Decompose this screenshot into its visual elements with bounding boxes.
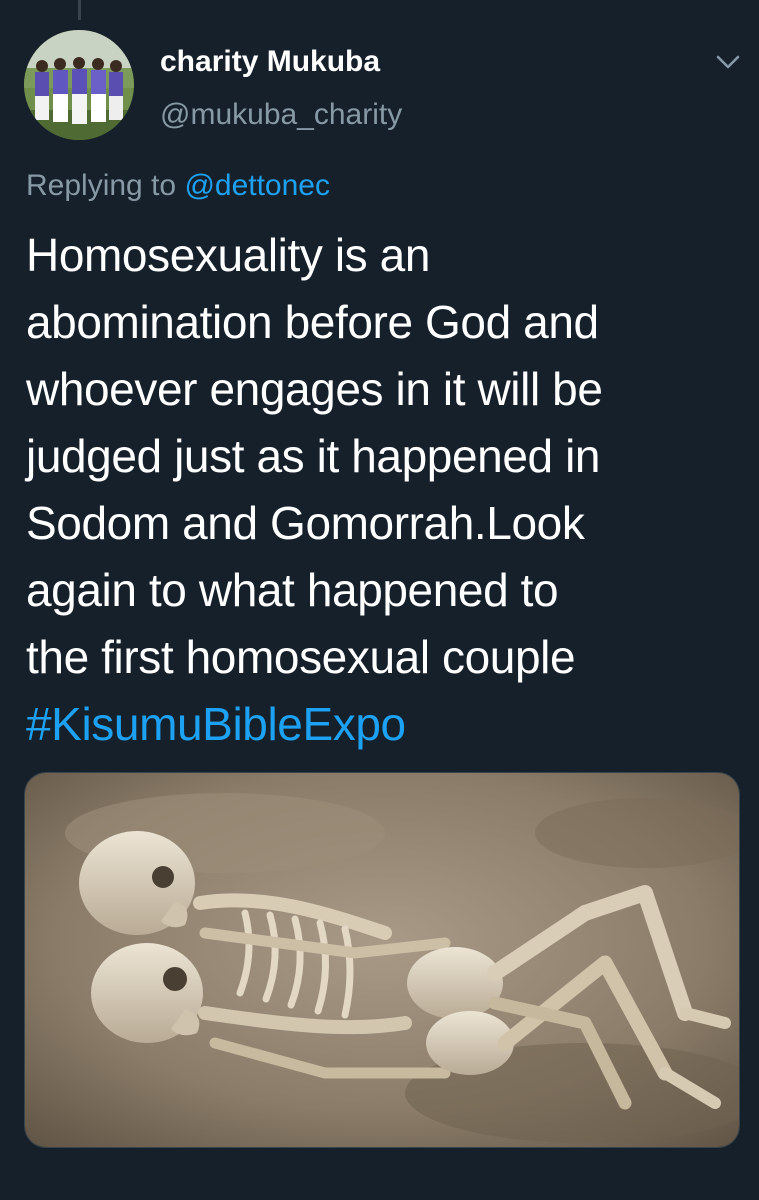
hashtag-link[interactable]: #KisumuBibleExpo [26,691,726,758]
tweet-text-line: the first homosexual couple [26,631,576,683]
tweet-text-line: Sodom and Gomorrah.Look [26,497,585,549]
chevron-down-icon[interactable] [713,48,743,76]
tweet-media-image[interactable] [24,772,740,1148]
tweet-text-line: whoever engages in it will be [26,363,603,415]
replying-to: Replying to @dettonec [26,166,330,206]
replying-to-label: Replying to [26,169,177,202]
author-name[interactable]: charity Mukuba [160,42,380,82]
avatar[interactable] [24,30,134,140]
tweet-text-line: abomination before God and [26,296,599,348]
tweet-text-line: again to what happened to [26,564,559,616]
tweet-text: Homosexuality is an abomination before G… [26,222,726,758]
tweet-text-line: judged just as it happened in [26,430,601,482]
tweet-page: charity Mukuba @mukuba_charity Replying … [0,0,759,1200]
photo-skeletons-image-icon [25,773,739,1147]
group-photo-avatar-icon [24,30,134,140]
author-handle[interactable]: @mukuba_charity [160,95,402,135]
thread-connector-line [78,0,81,20]
replying-to-mention[interactable]: @dettonec [184,169,330,202]
tweet-text-line: Homosexuality is an [26,229,431,281]
